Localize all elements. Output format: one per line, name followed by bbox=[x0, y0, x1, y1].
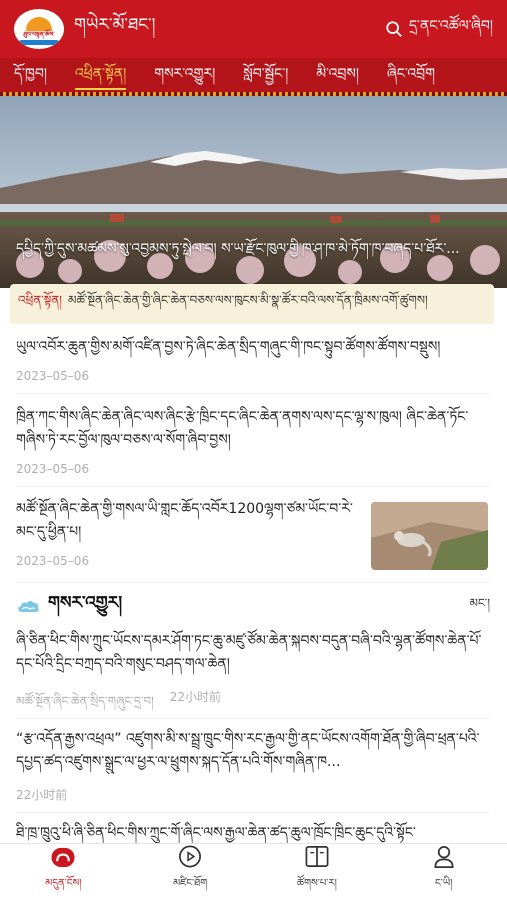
news-meta: མཚོ་སྔོན་ཞིང་ཆེན་སྲིད་གཞུང་དྲ་བ། 22小时前 bbox=[16, 688, 490, 722]
app-header: ཐུབ་བསྟན་ཆོས་ གཡེར་མོ་ཐང་། དྲ་ནང་འཚོལ་ཞི… bbox=[0, 0, 507, 58]
logo-sun-shape bbox=[26, 17, 52, 31]
news-item[interactable]: ཐི་ཁྲ་ཁྲུའུ་ཕི་ཞི་ཅིན་ཕིང་གིས་ཀྲུང་གོ་ཞི… bbox=[16, 822, 490, 843]
divider bbox=[16, 486, 490, 487]
search-label: དྲ་ནང་འཚོལ་ཞིབ། bbox=[408, 18, 493, 34]
news-time: 22小时前 bbox=[16, 788, 68, 802]
user-icon bbox=[434, 846, 454, 868]
news-meta: 22小时前 bbox=[16, 786, 490, 803]
tab-profile[interactable]: ང་ཡི། bbox=[380, 844, 507, 900]
hero-banner[interactable]: དཔྱིད་ཀྱི་དུས་མཚམས་སུ་འབྱམས་ཏུ་སྤེལ་བ། ས… bbox=[0, 96, 507, 288]
tab-label: ཚོགས་པ་ར། bbox=[296, 878, 337, 889]
section-title: གསར་འགྱུར། bbox=[48, 593, 123, 613]
news-thumbnail[interactable] bbox=[371, 502, 488, 570]
tab-label: མདུན་ངོས། bbox=[45, 878, 82, 889]
notice-tag: འཕྲིན་སྟོན། bbox=[18, 293, 62, 307]
category-tab-4[interactable]: མི་འབྲས། bbox=[302, 58, 373, 94]
divider bbox=[16, 812, 490, 813]
video-icon bbox=[179, 845, 202, 868]
divider bbox=[16, 718, 490, 719]
notice-text: མཚོ་སྔོན་ཞིང་ཆེན་གྱི་ཞིང་ཆེན་བཅས་ལས་ཁུངས… bbox=[67, 293, 428, 307]
news-title: ཐི་ཁྲ་ཁྲུའུ་ཕི་ཞི་ཅིན་ཕིང་གིས་ཀྲུང་གོ་ཞི… bbox=[16, 825, 416, 841]
news-date: 2023–05–06 bbox=[16, 369, 90, 383]
notice-bar[interactable]: འཕྲིན་སྟོན། མཚོ་སྔོན་ཞིང་ཆེན་གྱི་ཞིང་ཆེན… bbox=[10, 284, 494, 324]
news-item[interactable]: ཞི་ཅིན་ཕིང་གིས་ཀྲུང་ཡོངས་དམར་ཤོག་ཏང་ཆུ་མ… bbox=[16, 630, 490, 722]
category-nav: དོ་ཁྱབ། འཕྲིན་སྟོན། གསར་འགྱུར། སློབ་སྦྱོ… bbox=[0, 58, 507, 94]
search-icon bbox=[386, 21, 402, 37]
divider bbox=[16, 393, 490, 394]
section-more-link[interactable]: མང་། bbox=[469, 590, 490, 624]
category-tab-3[interactable]: སློབ་སྦྱོང་། bbox=[229, 58, 302, 94]
news-item[interactable]: ཡུལ་འབོར་ཆུན་གྱིས་མགོ་འཛིན་བྱས་ཏེ་ཞིང་ཆེ… bbox=[16, 336, 490, 383]
logo-wave-shape bbox=[19, 40, 59, 45]
category-tab-0[interactable]: དོ་ཁྱབ། bbox=[0, 58, 61, 94]
news-source: མཚོ་སྔོན་ཞིང་ཆེན་སྲིད་གཞུང་དྲ་བ། bbox=[16, 694, 154, 708]
news-title: མཚོ་སྔོན་ཞིང་ཆེན་གྱི་གསལ་ཡི་གླང་ཆོད་འབོར… bbox=[16, 501, 353, 540]
tab-reading[interactable]: ཚོགས་པ་ར། bbox=[254, 844, 381, 900]
news-item[interactable]: མཚོ་སྔོན་ཞིང་ཆེན་གྱི་གསལ་ཡི་གླང་ཆོད་འབོར… bbox=[16, 498, 361, 568]
logo-text: ཐུབ་བསྟན་ཆོས་ bbox=[23, 31, 55, 38]
snow-leopard-image bbox=[371, 502, 488, 570]
news-date: 2023–05–06 bbox=[16, 554, 90, 568]
cloud-decoration-icon bbox=[18, 601, 39, 612]
category-tab-5[interactable]: ཞིང་འབྲོག bbox=[373, 58, 449, 94]
hero-caption: དཔྱིད་ཀྱི་དུས་མཚམས་སུ་འབྱམས་ཏུ་སྤེལ་བ། ས… bbox=[16, 241, 460, 257]
news-time: 22小时前 bbox=[169, 690, 222, 704]
app-title: གཡེར་མོ་ཐང་། bbox=[74, 15, 156, 35]
book-icon bbox=[305, 846, 329, 867]
app-logo[interactable]: ཐུབ་བསྟན་ཆོས་ bbox=[14, 9, 64, 49]
tab-label: ང་ཡི། bbox=[434, 878, 453, 889]
news-title: “རྩ་འདོན་རྒྱས་འཕྲལ” འཛུགས་མི་ས་སྦྲ་ཁྲུང་… bbox=[16, 731, 480, 770]
news-title: ཡུལ་འབོར་ཆུན་གྱིས་མགོ་འཛིན་བྱས་ཏེ་ཞིང་ཆེ… bbox=[16, 339, 441, 355]
tab-video[interactable]: མཛིང་ཐོག bbox=[127, 844, 254, 900]
bottom-tab-bar: མདུན་ངོས། མཛིང་ཐོག ཚོགས་པ་ར། ང་ཡི། bbox=[0, 843, 507, 900]
tab-label: མཛིང་ཐོག bbox=[173, 878, 208, 889]
category-tab-2[interactable]: གསར་འགྱུར། bbox=[140, 58, 229, 94]
search-button[interactable]: དྲ་ནང་འཚོལ་ཞིབ། bbox=[385, 9, 493, 49]
home-icon bbox=[51, 847, 75, 868]
news-item[interactable]: “རྩ་འདོན་རྒྱས་འཕྲལ” འཛུགས་མི་ས་སྦྲ་ཁྲུང་… bbox=[16, 728, 490, 803]
category-tab-1[interactable]: འཕྲིན་སྟོན། bbox=[61, 58, 140, 94]
news-item[interactable]: ཁྲིན་ཀང་གིས་ཞིང་ཆེན་ཞིང་ལས་ཞིང་རྩེ་ཁྲིང་… bbox=[16, 406, 490, 476]
news-title: ཞི་ཅིན་ཕིང་གིས་ཀྲུང་ཡོངས་དམར་ཤོག་ཏང་ཆུ་མ… bbox=[16, 633, 482, 672]
tab-home[interactable]: མདུན་ངོས། bbox=[0, 844, 127, 900]
section-header: གསར་འགྱུར། མང་། bbox=[16, 593, 490, 620]
news-date: 2023–05–06 bbox=[16, 462, 90, 476]
news-title: ཁྲིན་ཀང་གིས་ཞིང་ཆེན་ཞིང་ལས་ཞིང་རྩེ་ཁྲིང་… bbox=[16, 409, 469, 448]
